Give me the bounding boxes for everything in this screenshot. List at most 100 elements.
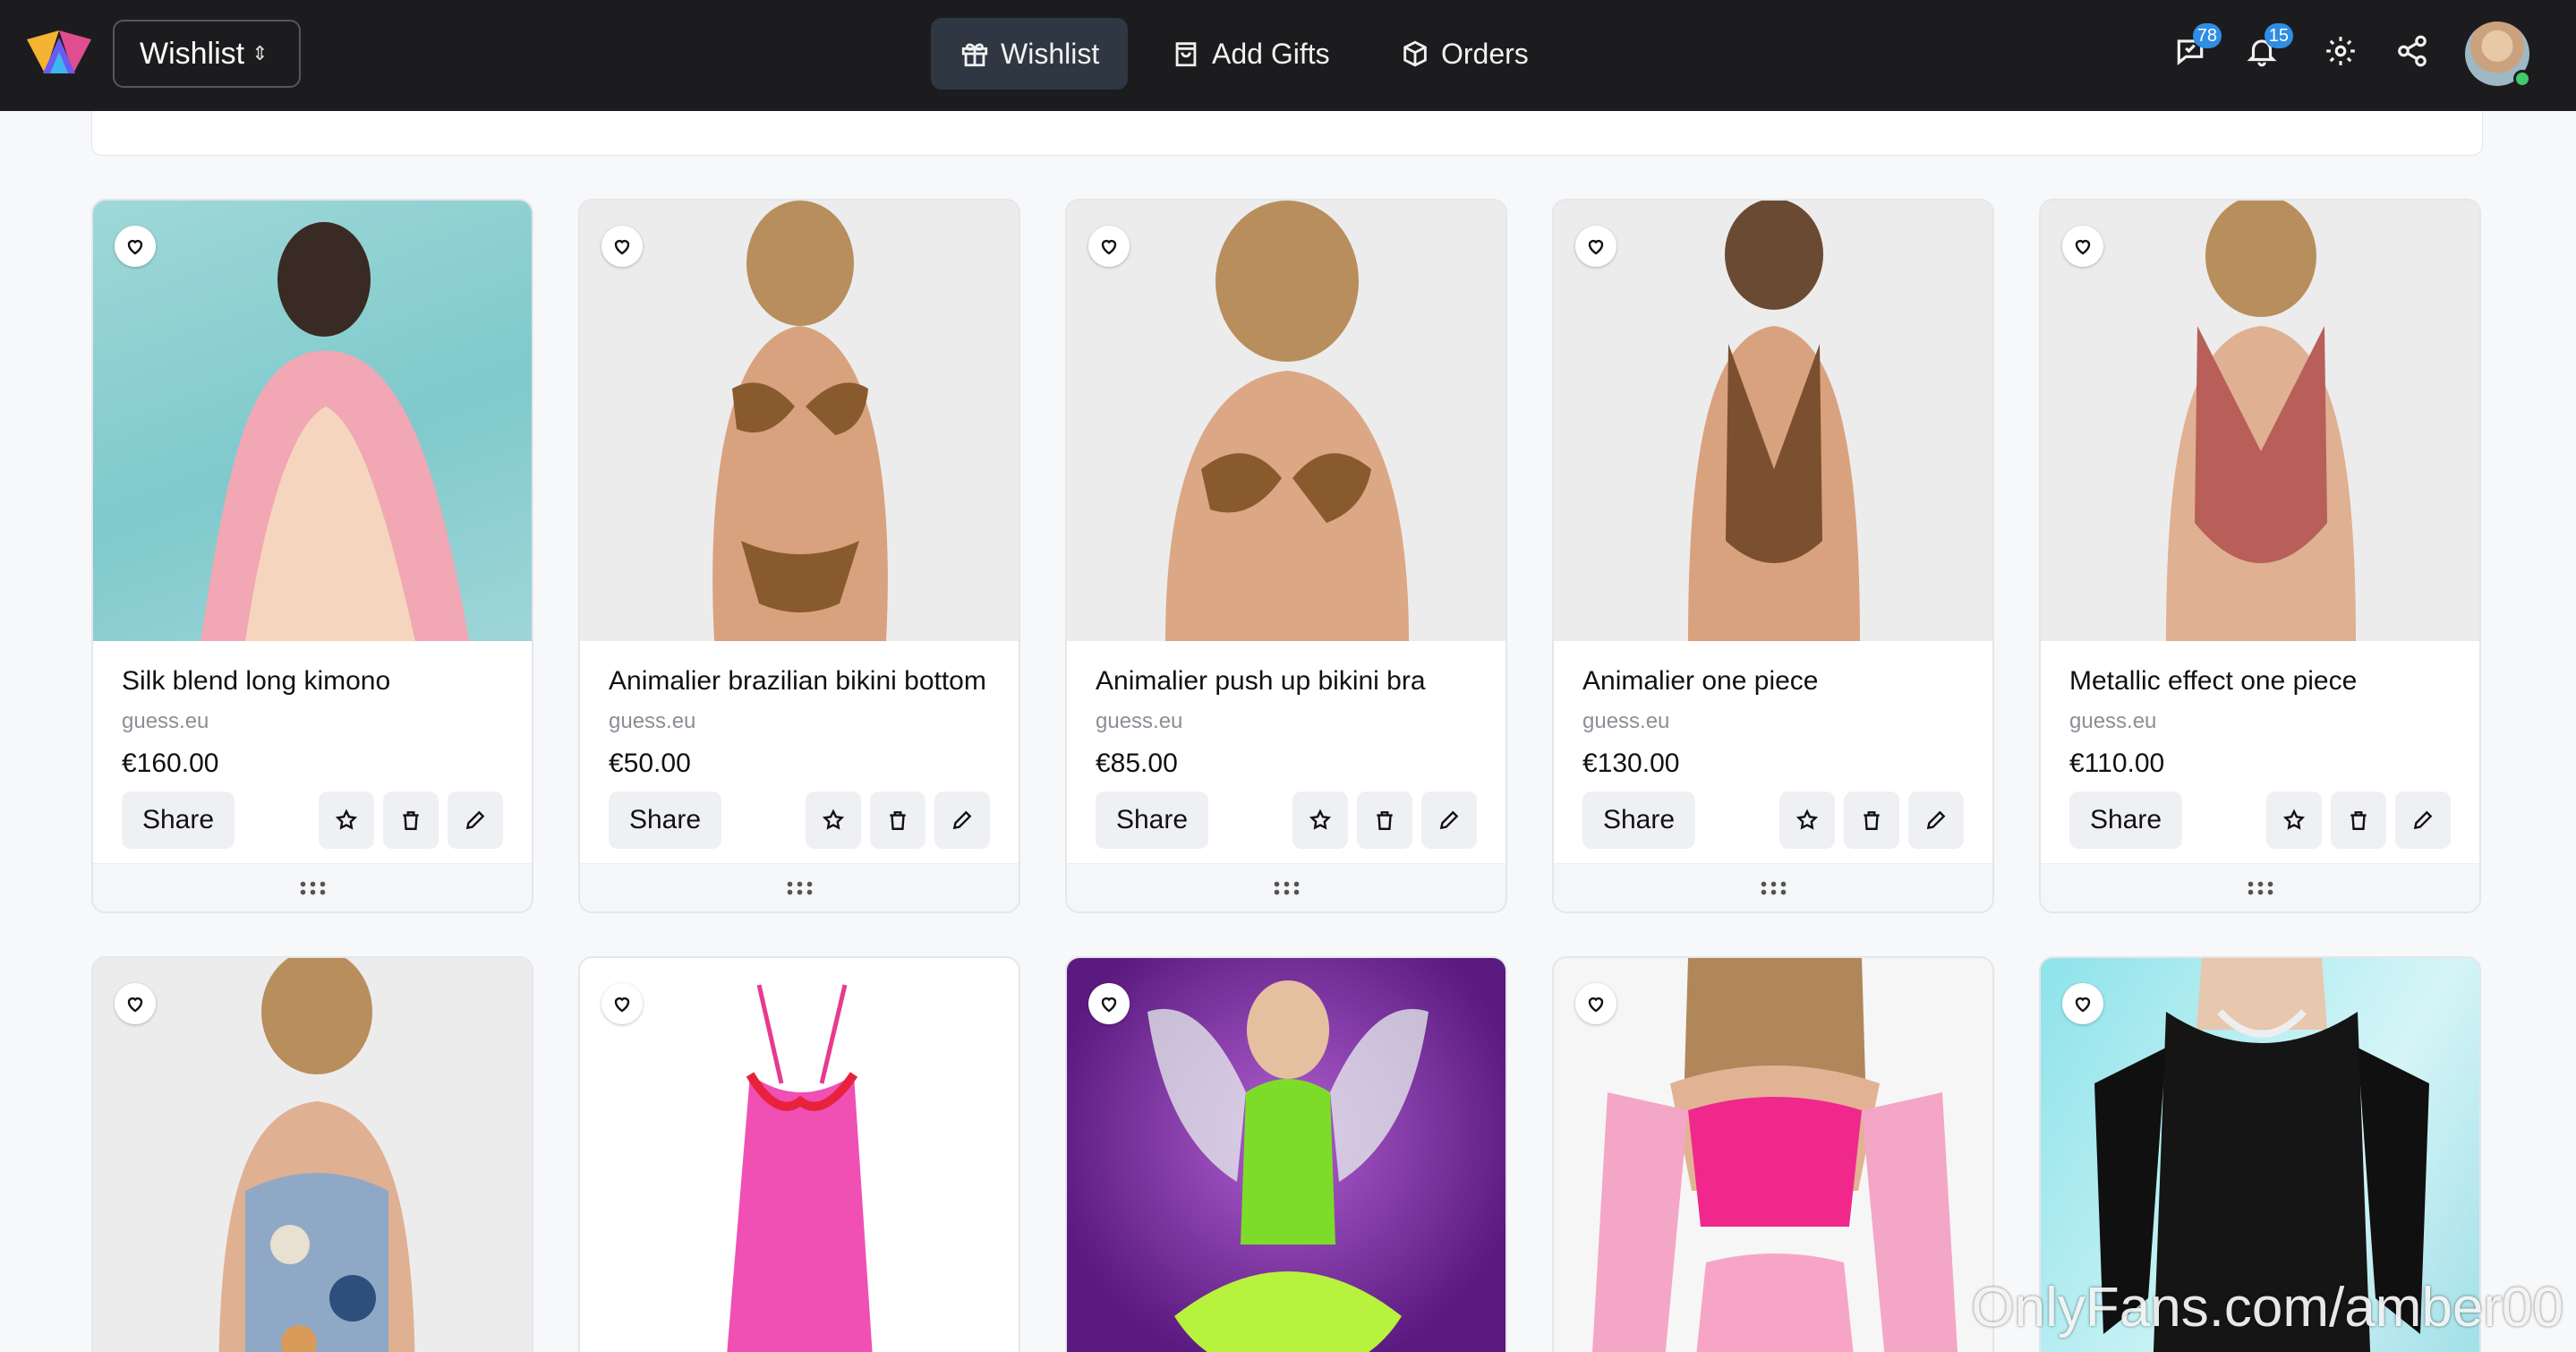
favorite-heart-button[interactable]: [1575, 226, 1616, 267]
online-status-dot: [2513, 70, 2531, 88]
product-image[interactable]: [93, 958, 532, 1352]
delete-button[interactable]: [2331, 792, 2386, 849]
favorite-heart-button[interactable]: [1575, 983, 1616, 1024]
product-title[interactable]: Animalier one piece: [1582, 666, 1964, 697]
edit-button[interactable]: [934, 792, 990, 849]
product-price: €160.00: [122, 749, 219, 778]
star-icon: [1309, 809, 1332, 830]
product-image-placeholder: [218, 958, 415, 1352]
star-icon: [822, 809, 845, 830]
product-image-placeholder: [1688, 201, 1860, 641]
favorite-heart-button[interactable]: [601, 226, 643, 267]
product-image-placeholder: [727, 984, 873, 1352]
drag-handle[interactable]: [93, 863, 532, 911]
star-button[interactable]: [1292, 792, 1348, 849]
favorite-heart-button[interactable]: [115, 983, 156, 1024]
star-button[interactable]: [319, 792, 374, 849]
heart-icon: [1588, 239, 1604, 255]
star-icon: [1796, 809, 1819, 830]
favorite-heart-button[interactable]: [1088, 226, 1130, 267]
product-store: guess.eu: [609, 709, 696, 733]
share-button[interactable]: Share: [2069, 792, 2182, 849]
favorite-heart-button[interactable]: [1088, 983, 1130, 1024]
trash-icon: [1377, 811, 1393, 830]
gift-icon: [961, 43, 988, 67]
favorite-heart-button[interactable]: [115, 226, 156, 267]
heart-icon: [127, 239, 143, 255]
delete-button[interactable]: [1357, 792, 1412, 849]
product-card: Silk blend long kimono guess.eu €160.00 …: [91, 199, 533, 913]
product-card: [1552, 956, 1994, 1352]
trash-icon: [1864, 811, 1880, 830]
settings-button[interactable]: [2324, 34, 2363, 73]
product-image[interactable]: [580, 201, 1019, 641]
heart-icon: [2075, 997, 2091, 1013]
share-button[interactable]: Share: [1096, 792, 1208, 849]
favorite-heart-button[interactable]: [2062, 983, 2103, 1024]
wishlist-switcher[interactable]: Wishlist ⇕: [113, 20, 301, 88]
edit-button[interactable]: [448, 792, 503, 849]
pencil-icon: [952, 810, 972, 830]
product-card: Metallic effect one piece guess.eu €110.…: [2039, 199, 2481, 913]
delete-button[interactable]: [1844, 792, 1899, 849]
share-button[interactable]: Share: [122, 792, 235, 849]
heart-icon: [1588, 997, 1604, 1013]
drag-handle[interactable]: [2041, 863, 2479, 911]
product-image[interactable]: [93, 201, 532, 641]
wishlist-switcher-label: Wishlist: [140, 36, 245, 71]
pencil-icon: [1439, 810, 1459, 830]
drag-handle[interactable]: [580, 863, 1019, 911]
edit-button[interactable]: [2395, 792, 2451, 849]
product-card: Animalier brazilian bikini bottom guess.…: [578, 199, 1020, 913]
favorite-heart-button[interactable]: [601, 983, 643, 1024]
heart-icon: [2075, 239, 2091, 255]
nav-tab-add-gifts[interactable]: Add Gifts: [1142, 18, 1359, 90]
heart-icon: [614, 997, 630, 1013]
shopping-bag-icon: [1175, 42, 1197, 67]
nav-tab-wishlist[interactable]: Wishlist: [931, 18, 1129, 90]
edit-button[interactable]: [1421, 792, 1477, 849]
crown-logo-icon[interactable]: [25, 25, 93, 81]
product-card: [91, 956, 533, 1352]
nav-tab-label: Wishlist: [1001, 37, 1100, 70]
star-icon: [2282, 809, 2306, 830]
product-title[interactable]: Animalier push up bikini bra: [1096, 666, 1477, 697]
product-image-placeholder: [1592, 958, 1958, 1352]
pencil-icon: [2413, 810, 2433, 830]
delete-button[interactable]: [870, 792, 925, 849]
product-image[interactable]: [580, 958, 1019, 1352]
trash-icon: [403, 811, 419, 830]
product-image[interactable]: [2041, 201, 2479, 641]
notifications-count-badge: 15: [2264, 23, 2293, 48]
messages-button[interactable]: 78: [2173, 23, 2222, 73]
avatar[interactable]: [2465, 21, 2531, 88]
star-button[interactable]: [2266, 792, 2322, 849]
nav-tab-orders[interactable]: Orders: [1371, 18, 1557, 90]
product-store: guess.eu: [1582, 709, 1670, 733]
share-profile-button[interactable]: [2395, 34, 2435, 73]
product-title[interactable]: Metallic effect one piece: [2069, 666, 2451, 697]
product-title[interactable]: Animalier brazilian bikini bottom: [609, 666, 990, 697]
star-button[interactable]: [1779, 792, 1835, 849]
product-price: €110.00: [2069, 749, 2165, 778]
notifications-button[interactable]: 15: [2245, 23, 2293, 73]
favorite-heart-button[interactable]: [2062, 226, 2103, 267]
drag-handle[interactable]: [1554, 863, 1992, 911]
pencil-icon: [465, 810, 485, 830]
product-image[interactable]: [1067, 958, 1506, 1352]
product-title[interactable]: Silk blend long kimono: [122, 666, 503, 697]
wishlist-header-panel: [91, 111, 2483, 156]
drag-handle[interactable]: [1067, 863, 1506, 911]
nav-tab-label: Add Gifts: [1212, 37, 1330, 70]
product-image-placeholder: [1165, 201, 1409, 641]
heart-icon: [1101, 239, 1117, 255]
share-button[interactable]: Share: [1582, 792, 1695, 849]
product-image[interactable]: [1067, 201, 1506, 641]
share-button[interactable]: Share: [609, 792, 721, 849]
star-button[interactable]: [806, 792, 861, 849]
product-image[interactable]: [1554, 201, 1992, 641]
product-image[interactable]: [1554, 958, 1992, 1352]
edit-button[interactable]: [1908, 792, 1964, 849]
delete-button[interactable]: [383, 792, 439, 849]
product-price: €85.00: [1096, 749, 1178, 778]
